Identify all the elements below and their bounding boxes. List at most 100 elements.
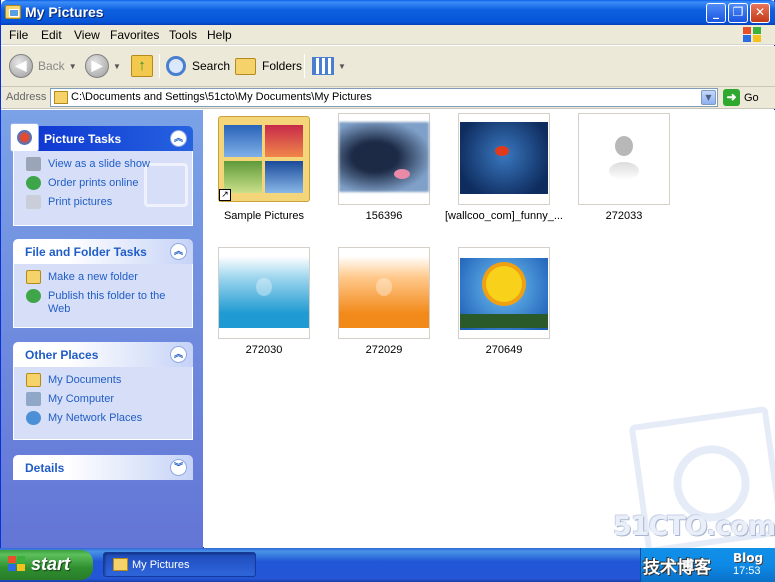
menu-favorites[interactable]: Favorites: [110, 28, 159, 42]
task-label: Order prints online: [48, 177, 139, 189]
details-panel: Details ︾: [13, 455, 193, 480]
other-places-panel: Other Places ︽ My Documents My Computer …: [13, 342, 193, 440]
file-folder-tasks-title: File and Folder Tasks: [25, 245, 147, 259]
address-label: Address: [6, 91, 47, 103]
title-bar[interactable]: My Pictures _ ❐ ✕: [1, 0, 775, 25]
folder-pictures-icon: [5, 5, 21, 19]
windows-logo-icon: [742, 26, 762, 43]
watermark-brand: 51CTO.com: [613, 511, 775, 542]
task-make-folder[interactable]: Make a new folder: [26, 270, 192, 289]
place-label: My Computer: [48, 393, 115, 405]
file-label: Sample Pictures: [223, 210, 305, 222]
printer-icon: [26, 195, 41, 209]
place-my-computer[interactable]: My Computer: [26, 392, 192, 411]
dropdown-icon: ▼: [113, 61, 121, 71]
go-arrow-icon: ➜: [723, 89, 740, 106]
file-label: [wallcoo_com]_funny_...: [444, 210, 563, 222]
address-input[interactable]: C:\Documents and Settings\51cto\My Docum…: [50, 88, 718, 107]
windows-logo-icon: [8, 556, 26, 573]
start-button[interactable]: start: [0, 550, 93, 580]
place-label: My Documents: [48, 374, 122, 386]
new-folder-icon: [26, 270, 41, 284]
views-button[interactable]: ▼: [312, 53, 346, 79]
restore-icon: ❐: [732, 5, 744, 19]
folders-button[interactable]: Folders: [235, 53, 302, 79]
slideshow-icon: [26, 157, 41, 171]
back-button[interactable]: ◀ Back ▼: [9, 53, 77, 79]
forward-button[interactable]: ▶ ▼: [85, 53, 121, 79]
window-title: My Pictures: [25, 4, 104, 20]
file-label: 272033: [605, 210, 643, 222]
image-thumbnail: [338, 113, 430, 205]
search-button[interactable]: Search: [166, 53, 230, 79]
picture-tasks-header[interactable]: Picture Tasks ︽: [10, 123, 193, 152]
dropdown-icon: ▼: [68, 61, 77, 71]
minimize-icon: _: [713, 5, 719, 19]
back-label: Back: [38, 59, 65, 73]
address-bar: Address C:\Documents and Settings\51cto\…: [1, 87, 775, 109]
views-icon: [312, 57, 334, 75]
file-folder-tasks-header[interactable]: File and Folder Tasks ︽: [13, 239, 193, 264]
place-label: My Network Places: [48, 412, 143, 424]
close-button[interactable]: ✕: [750, 3, 770, 23]
my-documents-icon: [26, 373, 41, 387]
menu-edit[interactable]: Edit: [41, 28, 62, 42]
image-thumbnail: [458, 247, 550, 339]
apple-logo-icon: [376, 278, 392, 296]
toolbar-separator: [159, 54, 160, 78]
menu-view[interactable]: View: [74, 28, 100, 42]
expand-chevron-icon[interactable]: ︾: [170, 459, 187, 476]
picture-tasks-title: Picture Tasks: [44, 132, 122, 146]
picture-tasks-panel: Picture Tasks ︽ View as a slide show Ord…: [10, 123, 193, 226]
taskbar-window-button[interactable]: My Pictures: [103, 552, 256, 577]
apple-logo-icon: [256, 278, 272, 296]
start-label: start: [31, 554, 71, 574]
picture-tasks-body: View as a slide show Order prints online…: [13, 151, 193, 226]
go-button[interactable]: ➜ Go: [723, 89, 759, 106]
taskbar: start My Pictures 技术博客 Blog 17:53: [0, 548, 775, 582]
globe-icon: [26, 289, 41, 303]
task-label: Make a new folder: [48, 271, 138, 283]
file-folder-tasks-panel: File and Folder Tasks ︽ Make a new folde…: [13, 239, 193, 328]
system-tray: 技术博客 Blog 17:53: [640, 548, 775, 582]
menu-tools[interactable]: Tools: [169, 28, 197, 42]
standard-toolbar: ◀ Back ▼ ▶ ▼ ↑ Search Folders ▼: [1, 46, 775, 87]
menu-help[interactable]: Help: [207, 28, 232, 42]
menu-bar: File Edit View Favorites Tools Help: [1, 25, 775, 45]
back-arrow-icon: ◀: [9, 54, 33, 78]
collapse-chevron-icon[interactable]: ︽: [170, 346, 187, 363]
folders-label: Folders: [262, 59, 303, 73]
clock[interactable]: 17:53: [733, 565, 761, 577]
task-print-pictures[interactable]: Print pictures: [26, 195, 192, 214]
file-folder-tasks-body: Make a new folder Publish this folder to…: [13, 264, 193, 328]
globe-icon: [26, 176, 41, 190]
image-thumbnail: [458, 113, 550, 205]
taskbar-window-label: My Pictures: [132, 559, 190, 571]
network-icon: [26, 411, 41, 425]
task-publish-web[interactable]: Publish this folder to the Web: [26, 289, 192, 316]
task-pane: Picture Tasks ︽ View as a slide show Ord…: [1, 110, 203, 548]
shortcut-arrow-icon: ↗: [219, 189, 231, 201]
task-view-slideshow[interactable]: View as a slide show: [26, 157, 192, 176]
place-my-documents[interactable]: My Documents: [26, 373, 192, 392]
search-label: Search: [192, 59, 231, 73]
collapse-chevron-icon[interactable]: ︽: [170, 243, 187, 260]
computer-icon: [26, 392, 41, 406]
minimize-button[interactable]: _: [706, 3, 726, 23]
toolbar-separator: [304, 54, 305, 78]
place-network-places[interactable]: My Network Places: [26, 411, 192, 430]
task-label: Print pictures: [48, 196, 113, 208]
restore-button[interactable]: ❐: [728, 3, 748, 23]
task-order-prints[interactable]: Order prints online: [26, 176, 192, 195]
other-places-title: Other Places: [25, 348, 99, 362]
explorer-window: My Pictures _ ❐ ✕ File Edit View Favorit…: [0, 0, 775, 555]
up-folder-button[interactable]: ↑: [131, 53, 153, 79]
other-places-header[interactable]: Other Places ︽: [13, 342, 193, 367]
menu-file[interactable]: File: [9, 28, 28, 42]
folder-thumbnail: ↗: [218, 113, 310, 205]
tray-blog: Blog: [733, 551, 764, 565]
address-dropdown-button[interactable]: ▼: [701, 90, 716, 105]
collapse-chevron-icon[interactable]: ︽: [170, 130, 187, 147]
details-header[interactable]: Details ︾: [13, 455, 193, 480]
dropdown-icon: ▼: [338, 61, 346, 71]
